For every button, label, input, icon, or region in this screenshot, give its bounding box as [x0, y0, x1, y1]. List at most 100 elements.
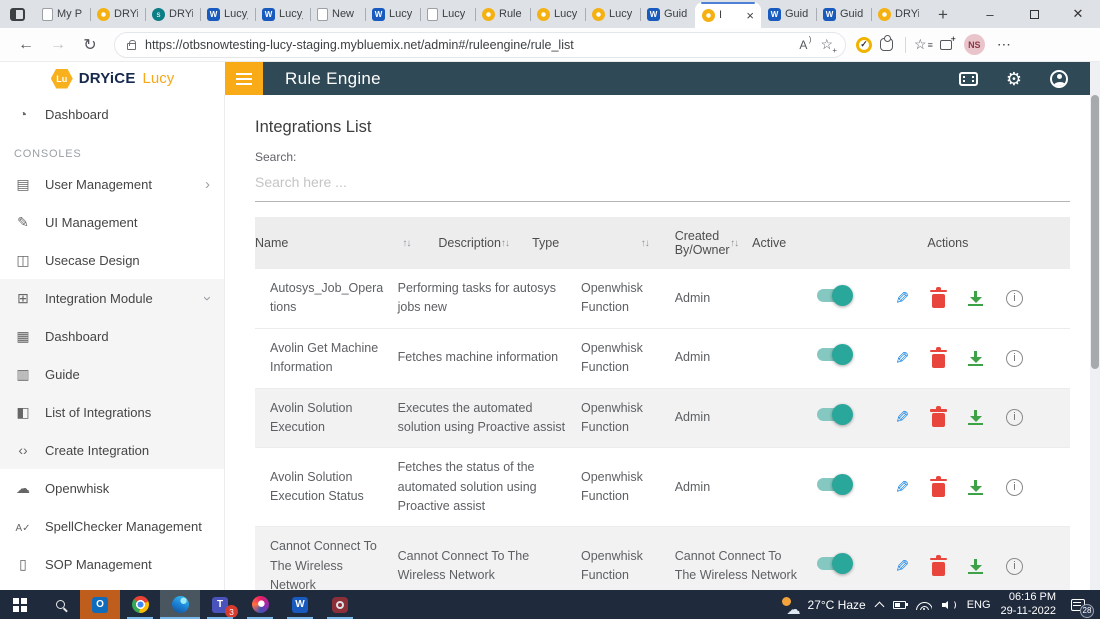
favorites-hub-icon[interactable]: ☆≡ — [914, 36, 932, 53]
edit-icon[interactable] — [895, 479, 909, 496]
browser-menu-icon[interactable]: ⋯ — [997, 36, 1012, 53]
sidebar-item[interactable]: Dashboard — [0, 317, 224, 355]
browser-tab[interactable]: Lucy — [585, 0, 640, 28]
sidebar-item[interactable]: Openwhisk — [0, 469, 224, 507]
sort-icon[interactable] — [730, 238, 738, 249]
account-icon[interactable] — [1050, 70, 1068, 88]
sidebar-item[interactable]: List of Integrations — [0, 393, 224, 431]
info-icon[interactable] — [1006, 409, 1023, 426]
active-toggle[interactable] — [817, 289, 850, 302]
sidebar-item[interactable]: User Management › — [0, 165, 224, 203]
browser-tab[interactable]: I × — [695, 2, 761, 28]
fullscreen-icon[interactable] — [959, 72, 978, 86]
close-button[interactable]: ✕ — [1056, 0, 1100, 28]
active-toggle[interactable] — [817, 478, 850, 491]
delete-icon[interactable] — [932, 354, 945, 368]
read-aloud-icon[interactable]: A — [799, 38, 811, 52]
tab-close-icon[interactable]: × — [746, 9, 754, 22]
back-icon[interactable]: ← — [12, 36, 40, 54]
edit-icon[interactable] — [895, 558, 909, 575]
taskbar-capture-button[interactable] — [320, 590, 360, 619]
sidebar-item[interactable]: SOP Management — [0, 545, 224, 583]
forward-icon[interactable]: → — [44, 36, 72, 54]
search-input[interactable] — [255, 166, 1070, 202]
taskbar-chrome-button[interactable] — [120, 590, 160, 619]
weather-widget[interactable]: ☁ 27°C Haze — [781, 597, 866, 613]
browser-tab[interactable]: DRYi — [145, 0, 200, 28]
download-icon[interactable] — [968, 480, 983, 495]
browser-tab[interactable]: Guid — [640, 0, 695, 28]
browser-tab[interactable]: New — [310, 0, 365, 28]
mcafee-extension-icon[interactable] — [856, 37, 872, 53]
tab-actions-menu-icon[interactable] — [10, 8, 25, 21]
table-column-header[interactable]: Type — [532, 236, 675, 250]
table-column-header[interactable]: Active — [752, 236, 927, 250]
browser-tab[interactable]: Lucy: — [530, 0, 585, 28]
browser-tab[interactable]: DRYi — [871, 0, 926, 28]
sidebar-item[interactable]: Dashboard — [0, 95, 224, 133]
browser-tab[interactable]: Guid — [761, 0, 816, 28]
collections-icon[interactable] — [940, 40, 952, 50]
address-bar[interactable]: https://otbsnowtesting-lucy-staging.mybl… — [114, 32, 846, 58]
taskbar-outlook-button[interactable] — [80, 590, 120, 619]
download-icon[interactable] — [968, 351, 983, 366]
volume-icon[interactable] — [942, 599, 957, 611]
download-icon[interactable] — [968, 410, 983, 425]
clock[interactable]: 06:16 PM 29-11-2022 — [1001, 591, 1056, 619]
language-indicator[interactable]: ENG — [967, 599, 991, 611]
delete-icon[interactable] — [932, 413, 945, 427]
table-column-header[interactable]: Name — [255, 236, 438, 250]
sidebar-item[interactable]: Create Integration — [0, 431, 224, 469]
sort-icon[interactable] — [641, 238, 649, 249]
wifi-icon[interactable] — [916, 599, 932, 610]
active-toggle[interactable] — [817, 348, 850, 361]
info-icon[interactable] — [1006, 479, 1023, 496]
delete-icon[interactable] — [932, 483, 945, 497]
download-icon[interactable] — [968, 291, 983, 306]
new-tab-button[interactable]: + — [938, 6, 948, 23]
sort-icon[interactable] — [501, 238, 509, 249]
browser-tab[interactable]: Lucy — [365, 0, 420, 28]
sidebar-item[interactable]: Integration Module › — [0, 279, 224, 317]
url-text[interactable]: https://otbsnowtesting-lucy-staging.mybl… — [145, 38, 790, 52]
delete-icon[interactable] — [932, 562, 945, 576]
battery-icon[interactable] — [893, 601, 906, 609]
settings-gear-icon[interactable]: ⚙ — [1006, 70, 1022, 88]
table-column-header[interactable]: Actions — [927, 236, 968, 250]
sidebar-item[interactable]: SpellChecker Management — [0, 507, 224, 545]
browser-tab[interactable]: Lucy — [420, 0, 475, 28]
minimize-button[interactable]: – — [968, 0, 1012, 28]
hidden-icons-chevron[interactable] — [874, 601, 884, 611]
delete-icon[interactable] — [932, 294, 945, 308]
refresh-icon[interactable]: ↻ — [76, 35, 104, 55]
taskbar-teams-button[interactable]: 3 — [200, 590, 240, 619]
browser-tab[interactable]: Lucy_ — [255, 0, 310, 28]
info-icon[interactable] — [1006, 558, 1023, 575]
taskbar-search-button[interactable] — [40, 590, 80, 619]
taskbar-word-button[interactable] — [280, 590, 320, 619]
browser-tab[interactable]: Rule — [475, 0, 530, 28]
active-toggle[interactable] — [817, 557, 850, 570]
taskbar-edge-button[interactable] — [160, 590, 200, 619]
start-button[interactable] — [0, 590, 40, 619]
notification-center-button[interactable]: 28 — [1066, 595, 1090, 615]
active-toggle[interactable] — [817, 408, 850, 421]
scrollbar-thumb[interactable] — [1091, 95, 1099, 369]
browser-tab[interactable]: Lucy_ — [200, 0, 255, 28]
sidebar-item[interactable]: Guide — [0, 355, 224, 393]
sidebar-item[interactable]: UI Management — [0, 203, 224, 241]
browser-tab[interactable]: Guid — [816, 0, 871, 28]
taskbar-paint3d-button[interactable] — [240, 590, 280, 619]
download-icon[interactable] — [968, 559, 983, 574]
sidebar-item[interactable]: Usecase Design — [0, 241, 224, 279]
page-scrollbar[interactable] — [1090, 62, 1100, 590]
browser-tab[interactable]: DRYi — [90, 0, 145, 28]
edit-icon[interactable] — [895, 290, 909, 307]
sidebar-toggle-button[interactable] — [225, 62, 263, 95]
table-column-header[interactable]: Description — [438, 236, 532, 250]
add-favorite-icon[interactable]: ☆ — [820, 36, 833, 53]
extensions-icon[interactable] — [880, 38, 893, 51]
sort-icon[interactable] — [402, 238, 410, 249]
edit-icon[interactable] — [895, 350, 909, 367]
edit-icon[interactable] — [895, 409, 909, 426]
